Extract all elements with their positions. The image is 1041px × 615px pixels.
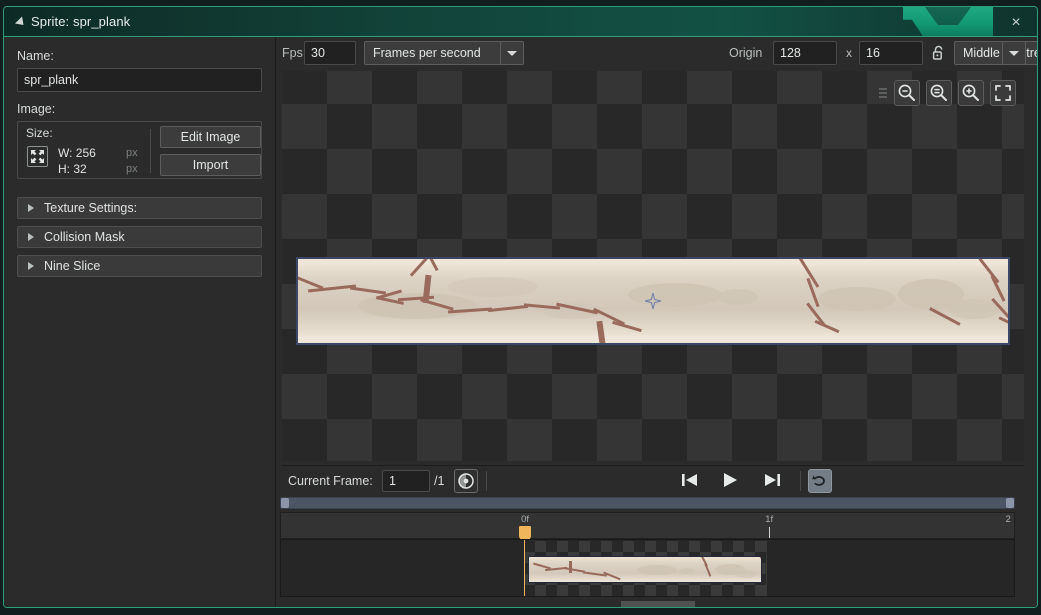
zoom-in-button[interactable]: [958, 80, 984, 106]
current-frame-label: Current Frame:: [288, 474, 373, 488]
sidebar-item-nine-slice[interactable]: Nine Slice: [17, 255, 262, 277]
toolbar-divider: [800, 471, 801, 491]
scrollbar-left-handle[interactable]: [281, 498, 289, 508]
onion-skin-icon[interactable]: [454, 469, 478, 493]
zoom-out-button[interactable]: [894, 80, 920, 106]
close-icon[interactable]: ×: [1005, 13, 1027, 33]
plank-blotch: [718, 289, 758, 305]
import-button[interactable]: Import: [160, 154, 261, 176]
ruler-tick-label: 1f: [765, 514, 774, 525]
timeline-ruler[interactable]: 0f 1f 2: [280, 512, 1015, 540]
current-frame-input[interactable]: 1: [382, 470, 430, 492]
next-frame-button[interactable]: [760, 470, 786, 492]
zoom-reset-button[interactable]: [926, 80, 952, 106]
nine-slice-label: Nine Slice: [44, 259, 101, 273]
frame-thumbnail: [527, 556, 762, 583]
unlock-icon[interactable]: [930, 44, 948, 62]
resize-icon[interactable]: [27, 146, 48, 167]
sprite-canvas[interactable]: [282, 71, 1024, 461]
plank-blotch: [818, 287, 896, 311]
window-collapse-icon[interactable]: [14, 16, 28, 29]
chevron-down-icon[interactable]: [1002, 41, 1026, 65]
toolbar-divider: [486, 471, 487, 491]
origin-y-input[interactable]: 16: [859, 41, 923, 65]
name-label: Name:: [17, 49, 54, 63]
play-button[interactable]: [718, 470, 744, 492]
sprite-height-value: H: 32: [58, 162, 87, 176]
playhead-handle[interactable]: [519, 526, 532, 540]
sidebar-item-texture-settings[interactable]: Texture Settings:: [17, 197, 262, 219]
timeline-scrollbar[interactable]: [280, 497, 1015, 509]
loop-toggle-icon[interactable]: [808, 469, 832, 493]
size-group: Size: W: 256 H: 32 px px Edit Image Impo…: [17, 121, 262, 179]
fps-mode-select[interactable]: Frames per second: [364, 41, 512, 65]
fit-to-screen-button[interactable]: [990, 80, 1016, 106]
chevron-down-icon[interactable]: [500, 41, 524, 65]
fps-input[interactable]: 30: [304, 41, 356, 65]
sidebar-item-collision-mask[interactable]: Collision Mask: [17, 226, 262, 248]
sprite-name-input[interactable]: spr_plank: [17, 68, 262, 92]
drag-handle-icon[interactable]: [878, 86, 888, 100]
plank-blotch: [628, 283, 722, 307]
resize-grip[interactable]: [620, 601, 695, 607]
total-frames-label: /1: [434, 474, 445, 488]
chevron-right-icon: [28, 233, 34, 241]
timeline-frame-cell[interactable]: [523, 541, 767, 596]
title-bar: Sprite: spr_plank ×: [4, 7, 1037, 37]
image-label: Image:: [17, 102, 56, 116]
chevron-right-icon: [28, 204, 34, 212]
size-label: Size:: [26, 126, 53, 140]
scrollbar-right-handle[interactable]: [1006, 498, 1014, 508]
sprite-toolbar: Fps 30 Frames per second Origin 128 x 16…: [276, 37, 1037, 69]
playhead-line: [523, 540, 525, 596]
origin-label: Origin: [729, 46, 763, 60]
properties-panel: Name: spr_plank Image: Size: W: 256 H: 3…: [4, 37, 276, 607]
timeline-panel: 0f 1f 2: [276, 495, 1037, 607]
origin-x-input[interactable]: 128: [773, 41, 837, 65]
sprite-selection-frame[interactable]: [296, 257, 1010, 345]
fps-label: Fps: [282, 46, 303, 60]
window-title: Sprite: spr_plank: [31, 14, 131, 29]
ruler-tick-label: 0f: [521, 514, 530, 525]
sprite-width-value: W: 256: [58, 146, 96, 160]
texture-settings-label: Texture Settings:: [44, 201, 138, 215]
collision-mask-label: Collision Mask: [44, 230, 125, 244]
ruler-tick-label: 2: [1005, 514, 1011, 525]
ruler-tick: [769, 527, 771, 538]
editor-main: Fps 30 Frames per second Origin 128 x 16…: [276, 37, 1037, 607]
timeline-track[interactable]: [280, 539, 1015, 597]
sprite-editor-window: Sprite: spr_plank × Name: spr_plank Imag…: [3, 6, 1038, 608]
editor-body: Name: spr_plank Image: Size: W: 256 H: 3…: [4, 37, 1037, 607]
height-unit-label: px: [126, 163, 138, 175]
zoom-toolbar: [878, 79, 1016, 107]
size-divider: [150, 129, 151, 173]
origin-separator-label: x: [846, 46, 852, 60]
width-unit-label: px: [126, 147, 138, 159]
sprite-image: [298, 259, 1008, 343]
plank-blotch: [448, 277, 538, 297]
edit-image-button[interactable]: Edit Image: [160, 126, 261, 148]
origin-crosshair-icon: [645, 293, 661, 309]
previous-frame-button[interactable]: [678, 470, 704, 492]
chevron-right-icon: [28, 262, 34, 270]
playback-toolbar: Current Frame: 1 /1: [282, 465, 1024, 495]
